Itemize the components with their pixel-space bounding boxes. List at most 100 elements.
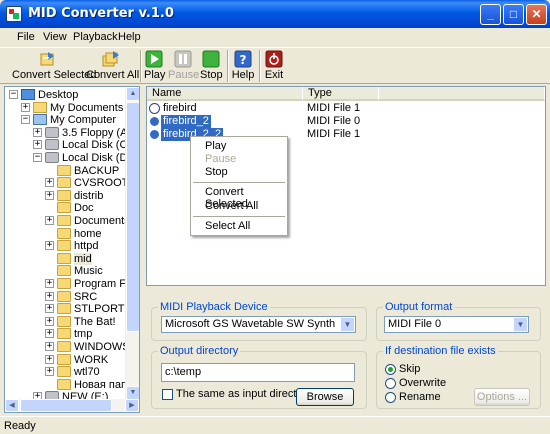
output-format-group: Output format MIDI File 0 ▼ bbox=[376, 301, 541, 341]
output-format-select[interactable]: MIDI File 0 ▼ bbox=[384, 316, 529, 333]
midi-file-icon bbox=[149, 103, 160, 114]
toolbar-separator bbox=[227, 50, 229, 82]
skip-radio[interactable] bbox=[385, 364, 396, 375]
tree-horizontal-scrollbar[interactable]: ◀ ▶ bbox=[5, 399, 139, 412]
convert-all-button[interactable]: Convert All bbox=[86, 48, 140, 83]
context-menu: Play Pause Stop Convert Selected Convert… bbox=[190, 136, 288, 236]
context-menu-stop[interactable]: Stop bbox=[205, 166, 228, 178]
context-menu-convert-all[interactable]: Convert All bbox=[205, 200, 258, 212]
tree-item-label: My Computer bbox=[50, 114, 117, 127]
expand-icon[interactable]: + bbox=[45, 316, 54, 326]
folder-icon bbox=[57, 189, 71, 201]
floppy-icon bbox=[45, 126, 59, 138]
menu-playback[interactable]: Playback bbox=[73, 31, 118, 43]
stop-icon bbox=[202, 50, 220, 68]
scroll-up-icon[interactable]: ▲ bbox=[126, 87, 139, 101]
rename-label: Rename bbox=[399, 391, 441, 403]
file-row[interactable]: firebird_2 MIDI File 0 bbox=[147, 115, 545, 128]
expand-icon[interactable]: + bbox=[45, 178, 54, 188]
folder-icon bbox=[57, 265, 71, 277]
scroll-left-icon[interactable]: ◀ bbox=[5, 399, 19, 412]
playback-device-label: MIDI Playback Device bbox=[158, 301, 270, 313]
expand-icon[interactable]: + bbox=[21, 102, 30, 112]
menu-file[interactable]: File bbox=[17, 31, 35, 43]
overwrite-radio[interactable] bbox=[385, 378, 396, 389]
output-directory-input[interactable]: c:\temp bbox=[161, 363, 355, 382]
expand-icon[interactable]: + bbox=[45, 279, 54, 288]
scroll-thumb[interactable] bbox=[126, 102, 139, 332]
context-menu-separator bbox=[193, 216, 285, 217]
exit-button[interactable]: Exit bbox=[263, 48, 285, 83]
tree-item-label: WORK bbox=[74, 353, 109, 366]
tree-item-label: SRC bbox=[74, 290, 98, 303]
expand-icon[interactable]: + bbox=[45, 304, 54, 314]
convert-all-icon bbox=[102, 51, 119, 67]
expand-icon[interactable]: + bbox=[45, 342, 54, 351]
collapse-icon[interactable]: − bbox=[21, 115, 30, 125]
playback-device-select[interactable]: Microsoft GS Wavetable SW Synth ▼ bbox=[161, 316, 356, 333]
folder-icon bbox=[57, 215, 71, 226]
menu-view[interactable]: View bbox=[43, 31, 67, 43]
collapse-icon[interactable]: − bbox=[33, 153, 42, 162]
collapse-icon[interactable]: − bbox=[9, 90, 18, 99]
minimize-button[interactable]: _ bbox=[480, 4, 501, 25]
same-as-input-checkbox[interactable] bbox=[162, 389, 173, 400]
tree-item-label: Новая папк bbox=[74, 378, 132, 391]
stop-label: Stop bbox=[200, 69, 223, 81]
convert-selected-button[interactable]: Convert Selected bbox=[12, 48, 96, 83]
expand-icon[interactable]: + bbox=[45, 291, 54, 301]
file-type: MIDI File 0 bbox=[307, 115, 361, 127]
expand-icon[interactable]: + bbox=[45, 367, 54, 377]
stop-button[interactable]: Stop bbox=[200, 48, 223, 83]
scroll-down-icon[interactable]: ▼ bbox=[126, 386, 139, 400]
help-icon: ? bbox=[234, 50, 252, 68]
tree-item-label: Program Fil bbox=[74, 278, 131, 290]
folder-icon bbox=[57, 315, 71, 327]
output-format-value: MIDI File 0 bbox=[388, 318, 442, 330]
help-button[interactable]: ? Help bbox=[231, 48, 255, 83]
overwrite-label: Overwrite bbox=[399, 377, 447, 389]
file-row[interactable]: firebird MIDI File 1 bbox=[147, 102, 545, 115]
expand-icon[interactable]: + bbox=[45, 190, 54, 200]
column-header-name[interactable]: Name bbox=[147, 87, 303, 101]
scroll-thumb[interactable] bbox=[20, 399, 112, 412]
convert-all-label: Convert All bbox=[86, 69, 140, 81]
chevron-down-icon[interactable]: ▼ bbox=[340, 317, 355, 332]
midi-file-icon bbox=[149, 129, 160, 140]
context-menu-pause: Pause bbox=[205, 153, 237, 165]
playback-device-value: Microsoft GS Wavetable SW Synth bbox=[165, 318, 336, 330]
context-menu-play[interactable]: Play bbox=[205, 140, 226, 152]
menu-help[interactable]: Help bbox=[118, 31, 141, 43]
expand-icon[interactable]: + bbox=[45, 329, 54, 339]
expand-icon[interactable]: + bbox=[45, 241, 54, 251]
rename-radio[interactable] bbox=[385, 392, 396, 403]
scroll-right-icon[interactable]: ▶ bbox=[125, 399, 139, 412]
svg-text:?: ? bbox=[240, 53, 247, 67]
pause-button[interactable]: Pause bbox=[168, 48, 199, 83]
column-header-type[interactable]: Type bbox=[303, 87, 379, 101]
output-directory-label: Output directory bbox=[158, 345, 241, 357]
tree-item-label: home bbox=[74, 227, 102, 240]
toolbar-separator bbox=[259, 50, 261, 82]
folder-icon bbox=[57, 202, 71, 214]
browse-button[interactable]: Browse bbox=[296, 388, 354, 406]
expand-icon[interactable]: + bbox=[45, 354, 54, 364]
close-button[interactable]: ✕ bbox=[526, 4, 547, 25]
chevron-down-icon[interactable]: ▼ bbox=[513, 317, 528, 332]
expand-icon[interactable]: + bbox=[33, 140, 42, 150]
options-button[interactable]: Options ... bbox=[474, 388, 530, 406]
expand-icon[interactable]: + bbox=[33, 127, 42, 137]
tree-vertical-scrollbar[interactable]: ▲ ▼ bbox=[125, 87, 139, 400]
play-button[interactable]: Play bbox=[144, 48, 165, 83]
output-directory-group: Output directory c:\temp The same as inp… bbox=[151, 345, 367, 409]
folder-tree[interactable]: − Desktop + My Documents − My Computer +3.5 Fl… bbox=[4, 86, 140, 413]
folder-icon bbox=[57, 278, 71, 289]
maximize-button[interactable]: □ bbox=[503, 4, 524, 25]
folder-icon bbox=[57, 328, 71, 340]
expand-icon[interactable]: + bbox=[45, 216, 54, 225]
folder-icon bbox=[57, 303, 71, 315]
context-menu-select-all[interactable]: Select All bbox=[205, 220, 250, 232]
tree-item-label: distrib bbox=[74, 189, 104, 202]
title-bar[interactable]: MID Converter v.1.0 _ □ ✕ bbox=[0, 0, 550, 28]
context-menu-separator bbox=[193, 182, 285, 183]
